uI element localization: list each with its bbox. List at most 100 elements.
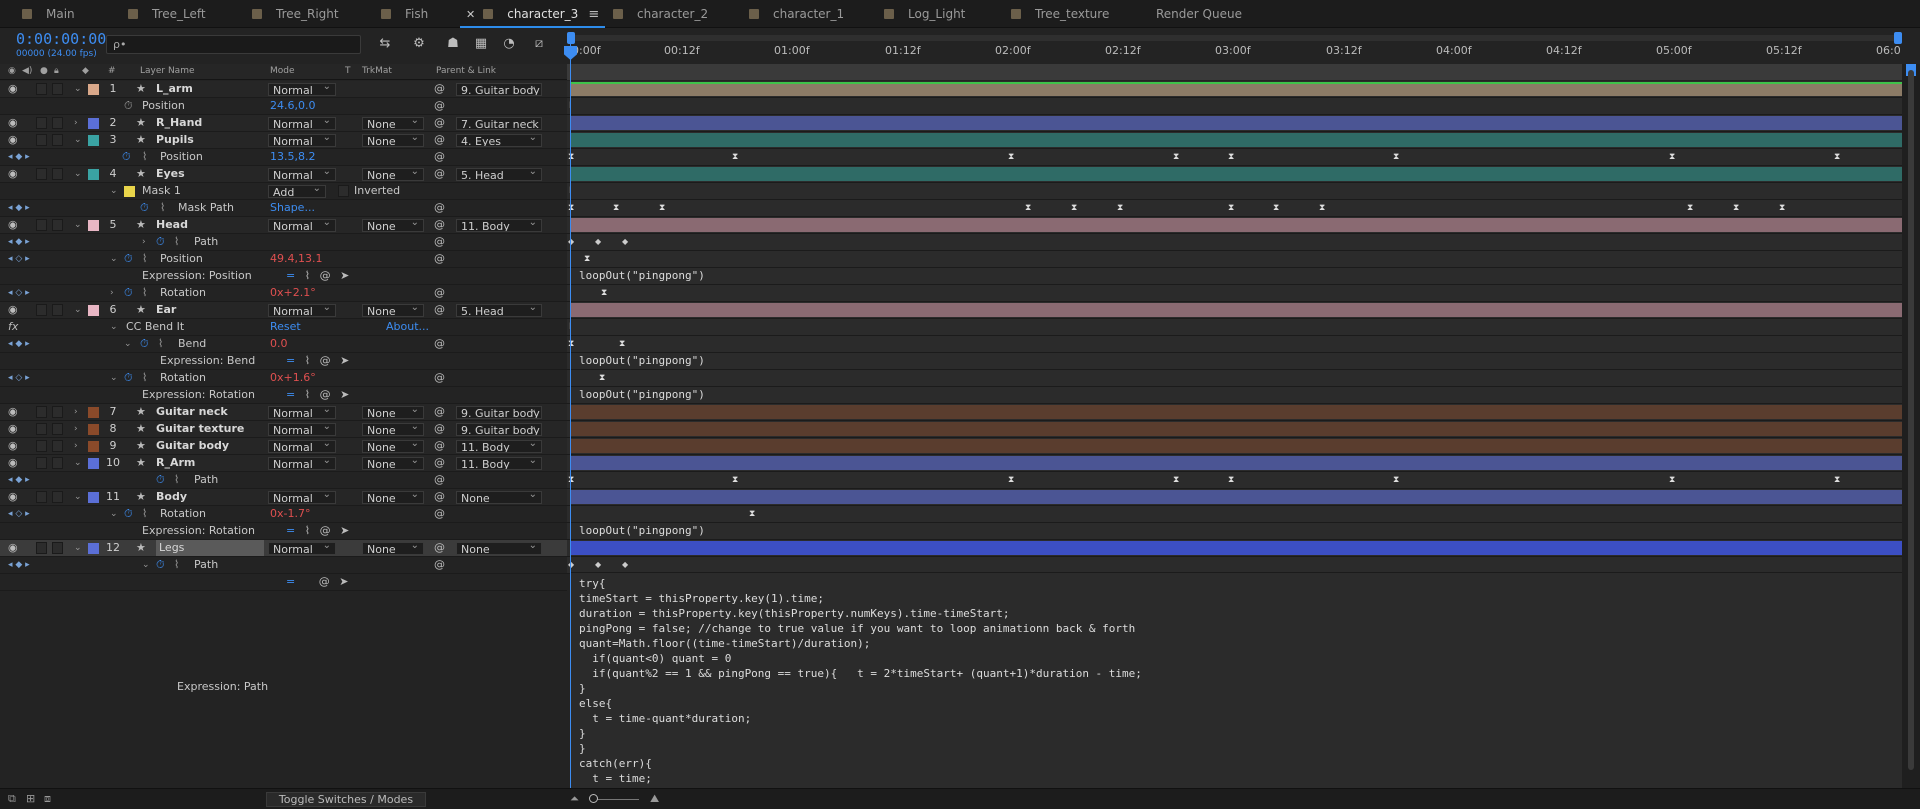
keyframe-icon[interactable]: ◆ bbox=[595, 561, 601, 569]
label-color-chip[interactable] bbox=[88, 543, 99, 554]
lock-switch[interactable] bbox=[52, 406, 63, 418]
pickwhip-icon[interactable]: @ bbox=[434, 540, 445, 556]
solo-switch[interactable] bbox=[36, 406, 47, 418]
parent-select[interactable]: 5. Head bbox=[456, 168, 542, 181]
close-icon[interactable]: ✕ bbox=[466, 8, 475, 21]
mask-color-chip[interactable] bbox=[124, 186, 135, 197]
track-row[interactable] bbox=[567, 438, 1902, 455]
pickwhip-icon[interactable]: @ bbox=[434, 506, 445, 522]
keyframe-icon[interactable]: ⧗ bbox=[1228, 152, 1236, 162]
keyframe-icon[interactable]: ⧗ bbox=[1173, 475, 1181, 485]
zoom-out-icon[interactable]: ⏶ bbox=[570, 792, 579, 806]
blend-mode-select[interactable]: Normal bbox=[268, 403, 336, 420]
property-value[interactable]: Shape... bbox=[270, 200, 315, 216]
keyframe-icon[interactable]: ◆ bbox=[595, 238, 601, 246]
blend-mode-select[interactable]: Normal bbox=[268, 437, 336, 454]
effect-reset-link[interactable]: Reset bbox=[270, 319, 301, 335]
layer-name[interactable]: Pupils bbox=[156, 132, 194, 148]
keyframe-icon[interactable]: ⧗ bbox=[1393, 152, 1401, 162]
keyframe-icon[interactable]: ⧗ bbox=[1669, 152, 1677, 162]
track-matte-select[interactable]: None bbox=[362, 165, 424, 182]
code-line[interactable]: pingPong = false; //change to true value… bbox=[579, 622, 1135, 635]
lock-switch[interactable] bbox=[52, 542, 63, 554]
work-area-bar[interactable] bbox=[567, 64, 1902, 80]
expression-controls[interactable]: = ⌇ @ ➤ bbox=[286, 268, 349, 284]
layer-switches-icon[interactable]: ⊞ bbox=[26, 792, 35, 805]
track-row[interactable] bbox=[567, 217, 1902, 234]
twirl-open-icon[interactable]: ⌄ bbox=[74, 540, 82, 556]
property-row[interactable]: ◂ ◆ ▸ ⌄ ⏱ ⌇ Bend 0.0 @ bbox=[0, 336, 567, 353]
property-row[interactable]: ◂ ◇ ▸ ⌄ ⏱ ⌇ Rotation 0x-1.7° @ bbox=[0, 506, 567, 523]
layer-duration-bar[interactable] bbox=[571, 422, 1902, 436]
tab-log-light[interactable]: Log_Light bbox=[884, 0, 965, 28]
effect-row[interactable]: fx ⌄ CC Bend It Reset About... bbox=[0, 319, 567, 336]
twirl-open-icon[interactable]: ⌄ bbox=[110, 319, 118, 335]
graph-icon[interactable]: ⌇ bbox=[160, 200, 165, 216]
keyframe-navigator-icon[interactable]: ◂ ◇ ▸ bbox=[8, 506, 30, 522]
layer-name[interactable]: Head bbox=[156, 217, 188, 233]
solo-switch[interactable] bbox=[36, 491, 47, 503]
pickwhip-icon[interactable]: @ bbox=[434, 302, 445, 318]
property-row[interactable]: ◂ ◆ ▸ ⏱ ⌇ Path @ bbox=[0, 472, 567, 489]
solo-switch[interactable] bbox=[36, 542, 47, 554]
pickwhip-icon[interactable]: @ bbox=[434, 455, 445, 471]
layer-row[interactable]: ◉ › 7 ★ Guitar neck Normal None @ 9. Gui… bbox=[0, 403, 567, 421]
property-row[interactable]: ◂ ◇ ▸ › ⏱ ⌇ Rotation 0x+2.1° @ bbox=[0, 285, 567, 302]
expression-controls[interactable]: = ⌇ @ ➤ bbox=[286, 387, 349, 403]
twirl-open-icon[interactable]: ⌄ bbox=[74, 81, 82, 97]
solo-switch[interactable] bbox=[36, 423, 47, 435]
tab-character-1[interactable]: character_1 bbox=[749, 0, 844, 28]
blend-mode-select[interactable]: Normal bbox=[268, 301, 336, 318]
layer-row[interactable]: ◉ › 8 ★ Guitar texture Normal None @ 9. … bbox=[0, 420, 567, 438]
track-matte-select[interactable]: None bbox=[362, 488, 424, 505]
solo-switch[interactable] bbox=[36, 117, 47, 129]
layer-name[interactable]: Eyes bbox=[156, 166, 185, 182]
label-color-chip[interactable] bbox=[88, 441, 99, 452]
layer-duration-bar[interactable] bbox=[571, 82, 1902, 96]
lock-switch[interactable] bbox=[52, 304, 63, 316]
pickwhip-icon[interactable]: @ bbox=[434, 557, 445, 573]
graph-icon[interactable]: ⌇ bbox=[142, 506, 147, 522]
parent-select[interactable]: 11. Body bbox=[456, 457, 542, 470]
property-value[interactable]: 0.0 bbox=[270, 336, 288, 352]
code-line[interactable]: quant=Math.floor((time-timeStart)/durati… bbox=[579, 637, 870, 650]
code-line[interactable]: catch(err){ bbox=[579, 757, 652, 770]
code-line[interactable]: } bbox=[579, 742, 586, 755]
time-navigator-bar[interactable] bbox=[571, 35, 1902, 41]
track-row[interactable] bbox=[567, 132, 1902, 149]
track-matte-select[interactable]: None bbox=[362, 114, 424, 131]
parent-column-header[interactable]: Parent & Link bbox=[436, 66, 496, 76]
stopwatch-active-icon[interactable]: ⏱ bbox=[124, 506, 133, 522]
keyframe-navigator-icon[interactable]: ◂ ◇ ▸ bbox=[8, 285, 30, 301]
inverted-checkbox[interactable] bbox=[338, 185, 349, 197]
eye-icon[interactable]: ◉ bbox=[8, 455, 18, 471]
eye-icon[interactable]: ◉ bbox=[8, 404, 18, 420]
expression-row[interactable]: Expression: Position = ⌇ @ ➤ bbox=[0, 268, 567, 285]
keyframe-navigator-icon[interactable]: ◂ ◆ ▸ bbox=[8, 234, 30, 250]
graph-icon[interactable]: ⌇ bbox=[142, 370, 147, 386]
blend-mode-select[interactable]: Normal bbox=[268, 114, 336, 131]
solo-switch[interactable] bbox=[36, 304, 47, 316]
pickwhip-icon[interactable]: @ bbox=[434, 200, 445, 216]
code-line[interactable]: if(quant<0) quant = 0 bbox=[579, 652, 731, 665]
code-line[interactable]: } bbox=[579, 682, 586, 695]
pickwhip-icon[interactable]: @ bbox=[434, 489, 445, 505]
twirl-closed-icon[interactable]: › bbox=[74, 438, 78, 454]
lock-header-icon[interactable]: 🔒︎ bbox=[54, 66, 59, 76]
layer-name[interactable]: Guitar texture bbox=[156, 421, 244, 437]
track-row[interactable] bbox=[567, 421, 1902, 438]
label-color-chip[interactable] bbox=[88, 135, 99, 146]
layer-row[interactable]: ◉ ⌄ 10 ★ R_Arm Normal None @ 11. Body bbox=[0, 454, 567, 472]
stopwatch-active-icon[interactable]: ⏱ bbox=[156, 234, 165, 250]
layer-duration-bar[interactable] bbox=[571, 133, 1902, 147]
solo-switch[interactable] bbox=[36, 440, 47, 452]
lock-switch[interactable] bbox=[52, 440, 63, 452]
mask-name[interactable]: Mask 1 bbox=[142, 183, 181, 199]
expression-controls[interactable]: = ⌇ @ ➤ bbox=[286, 353, 349, 369]
layer-duration-bar[interactable] bbox=[571, 218, 1902, 232]
parent-select[interactable]: 7. Guitar neck bbox=[456, 117, 542, 130]
twirl-open-icon[interactable]: ⌄ bbox=[110, 251, 118, 267]
twirl-closed-icon[interactable]: › bbox=[74, 421, 78, 437]
track-row[interactable] bbox=[567, 302, 1902, 319]
code-line[interactable]: t = time-quant*duration; bbox=[579, 712, 751, 725]
